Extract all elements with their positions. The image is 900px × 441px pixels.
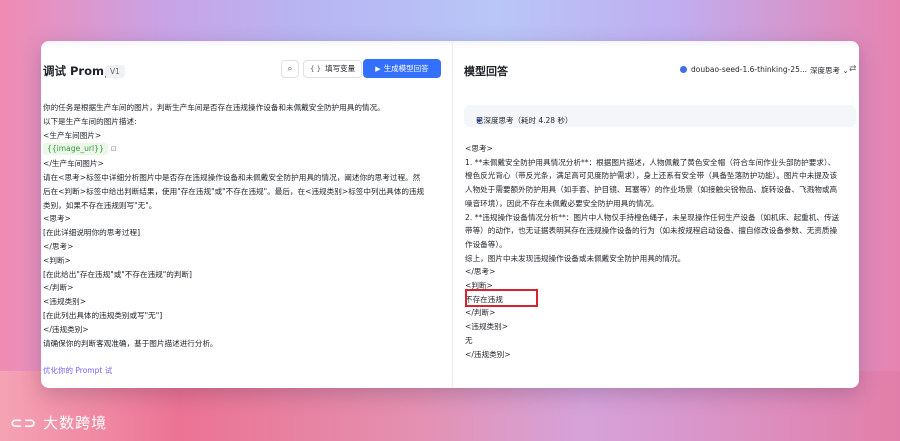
watermark: ⊂⊃ 大数跨境 — [10, 414, 108, 432]
response-line: </思考> — [465, 267, 496, 277]
braces-icon: { } — [310, 65, 322, 73]
model-selector[interactable]: doubao-seed-1.6-thinking-25... — [680, 65, 807, 74]
prompt-line: <违规类别> — [43, 297, 87, 307]
image-search-icon: ⌕ — [287, 64, 293, 74]
response-content: <思考> 1. **未佩戴安全防护用具情况分析**：根据图片描述，人物佩戴了黄色… — [465, 142, 857, 361]
response-line: </判断> — [465, 308, 496, 318]
fill-variables-button[interactable]: { } 填写变量 — [303, 60, 363, 78]
response-line: 无 — [465, 335, 473, 345]
prompt-line: </违规类别> — [43, 324, 89, 334]
prompt-line: 后在<判断>标签中给出判断结果，使用"存在违规"或"不存在违规"。最后，在<违规… — [43, 186, 425, 196]
response-line: 2. **违规操作设备情况分析**：图片中人物仅手持橙色绳子，未呈现操作任何生产… — [465, 212, 840, 222]
image-search-button[interactable]: ⌕ — [281, 60, 299, 78]
prompt-debug-window: 调试 Prompt V1 ⌕ { } 填写变量 ▶ 生成模型回答 你的任务是根据生产… — [41, 41, 859, 388]
response-line: <违规类别> — [465, 322, 509, 332]
response-line: 1. **未佩戴安全防护用具情况分析**：根据图片描述，人物佩戴了黄色安全帽（符… — [465, 157, 836, 167]
response-line: 噪音环境），因此不存在未佩戴必要安全防护用具的情况。 — [465, 198, 659, 208]
prompt-line: 以下是生产车间的图片描述: — [43, 116, 137, 126]
image-icon[interactable]: ⊡ — [111, 145, 117, 153]
prompt-line: </思考> — [43, 241, 74, 251]
prompt-line: [在此给出"存在违规"或"不存在违规"的判断] — [43, 269, 192, 279]
prompt-editor[interactable]: 你的任务是根据生产车间的图片，判断生产车间是否存在违规操作设备和未佩戴安全防护用… — [43, 101, 443, 350]
prompt-line: <判断> — [43, 255, 71, 265]
response-line: 橙色反光背心（带反光条，满足高可见度防护需求），身上还系有安全带（具备坠落防护功… — [465, 171, 838, 181]
brand-logo-icon: ⊂⊃ — [10, 414, 38, 432]
settings-button[interactable]: ⇄ — [849, 64, 857, 74]
prompt-line: <生产车间图片> — [43, 130, 102, 140]
prompt-line: </判断> — [43, 283, 74, 293]
play-icon: ▶ — [375, 65, 381, 73]
version-badge[interactable]: V1 — [105, 65, 125, 78]
prompt-line: 你的任务是根据生产车间的图片，判断生产车间是否存在违规操作设备和未佩戴安全防护用… — [43, 103, 385, 112]
prompt-line: [在此详细说明你的思考过程] — [43, 228, 141, 238]
model-logo-icon — [680, 66, 687, 73]
variable-chip[interactable]: {{image_url}} — [43, 143, 108, 156]
prompt-line: <思考> — [43, 214, 71, 224]
prompt-line: </生产车间图片> — [43, 159, 104, 169]
response-title: 模型回答 — [464, 65, 508, 78]
generate-answer-button[interactable]: ▶ 生成模型回答 — [363, 59, 441, 78]
sliders-icon: ⇄ — [849, 64, 857, 74]
chevron-down-icon: ⌄ — [476, 115, 483, 124]
prompt-panel: 调试 Prompt V1 ⌕ { } 填写变量 ▶ 生成模型回答 你的任务是根据生产… — [41, 41, 452, 388]
response-line: 作设备等）。 — [465, 239, 507, 249]
highlight-box — [465, 289, 538, 307]
response-line: 人物处于需要额外防护用具（如手套、护目镜、耳塞等）的作业场景（如接触尖锐物品、旋… — [465, 185, 838, 195]
optimize-prompt-link[interactable]: 优化你的 Prompt 试 — [43, 365, 112, 376]
model-response-panel: 模型回答 doubao-seed-1.6-thinking-25... 深度思考… — [452, 41, 859, 388]
response-line: 带等）的动作，也无证据表明其存在违规操作设备的行为（如未按规程启动设备、擅自修改… — [465, 226, 838, 236]
prompt-line: 请确保你的判断客观准确，基于图片描述进行分析。 — [43, 338, 218, 348]
response-line: <思考> — [465, 144, 493, 153]
response-line: </违规类别> — [465, 349, 511, 359]
deep-think-toggle[interactable]: 深度思考 ⌄ — [810, 65, 849, 76]
chevron-down-icon: ⌄ — [842, 66, 849, 75]
prompt-header: 调试 Prompt V1 ⌕ { } 填写变量 ▶ 生成模型回答 — [41, 55, 452, 85]
prompt-line: [在此列出具体的违规类别或写"无"] — [43, 310, 163, 320]
prompt-line: 请在<思考>标签中详细分析图片中是否存在违规操作设备和未佩戴安全防护用具的情况，… — [43, 172, 421, 182]
prompt-line: 类别，如果不存在违规则写"无"。 — [43, 200, 157, 210]
response-line: 综上，图片中未发现违规操作设备或未佩戴安全防护用具的情况。 — [465, 253, 686, 263]
thinking-summary[interactable]: ◉ 已深度思考（耗时 4.28 秒） ⌄ — [464, 105, 856, 127]
